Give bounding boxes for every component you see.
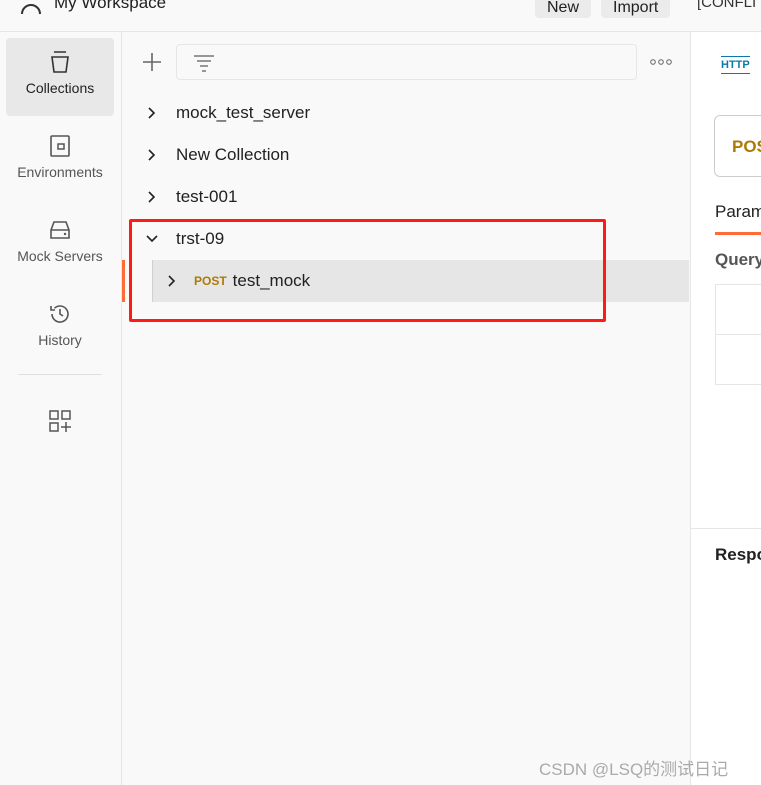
sidebar-item-history[interactable]: History [6, 290, 114, 368]
divider [691, 528, 761, 529]
collection-name: mock_test_server [176, 103, 311, 122]
chevron-right-icon [148, 149, 156, 161]
filter-icon [194, 55, 214, 72]
chevron-right-icon [148, 191, 156, 203]
http-icon: HTTP [721, 56, 750, 74]
sidebar: Collections Environments Mock Servers Hi… [0, 32, 122, 785]
tab-params[interactable]: Param [715, 202, 761, 222]
collection-item[interactable]: test-001 [122, 176, 689, 218]
plus-icon[interactable] [142, 52, 162, 72]
top-bar: My Workspace New Import [CONFLI [0, 0, 761, 32]
active-indicator [122, 260, 125, 302]
import-button[interactable]: Import [601, 0, 671, 18]
new-button[interactable]: New [535, 0, 592, 18]
sidebar-item-label: Mock Servers [17, 248, 103, 264]
sidebar-item-label: Collections [25, 80, 95, 96]
workspace-title[interactable]: My Workspace [54, 0, 166, 13]
response-label: Respo [715, 545, 761, 564]
collection-name: test-001 [176, 187, 238, 206]
more-options-icon[interactable] [650, 58, 672, 66]
request-tab-title[interactable]: [CONFLI [697, 0, 756, 11]
apps-add-icon[interactable] [48, 409, 72, 433]
sidebar-item-label: Environments [17, 164, 103, 180]
workspace-icon [21, 4, 41, 14]
request-panel: HTTP POS Param Query Respo [690, 32, 761, 785]
method-select[interactable]: POS [714, 115, 761, 177]
params-table [715, 284, 761, 385]
collection-item[interactable]: mock_test_server [122, 92, 689, 134]
tab-underline [715, 232, 761, 235]
sidebar-item-collections[interactable]: Collections [6, 38, 114, 116]
sidebar-item-mock-servers[interactable]: Mock Servers [6, 206, 114, 284]
environment-icon [50, 135, 70, 157]
collection-name: New Collection [176, 145, 290, 164]
chevron-right-icon [148, 107, 156, 119]
search-input[interactable] [176, 44, 637, 80]
divider [18, 374, 102, 375]
sidebar-item-label: History [38, 332, 82, 348]
history-icon [50, 305, 69, 323]
server-icon [50, 221, 70, 239]
highlight-box [129, 219, 606, 322]
collection-item[interactable]: New Collection [122, 134, 689, 176]
watermark: CSDN @LSQ的测试日记 [539, 760, 729, 779]
sidebar-item-environments[interactable]: Environments [6, 122, 114, 200]
collections-icon [51, 51, 69, 73]
query-params-label: Query [715, 250, 761, 269]
collections-panel: mock_test_server New Collection test-001… [122, 32, 689, 785]
